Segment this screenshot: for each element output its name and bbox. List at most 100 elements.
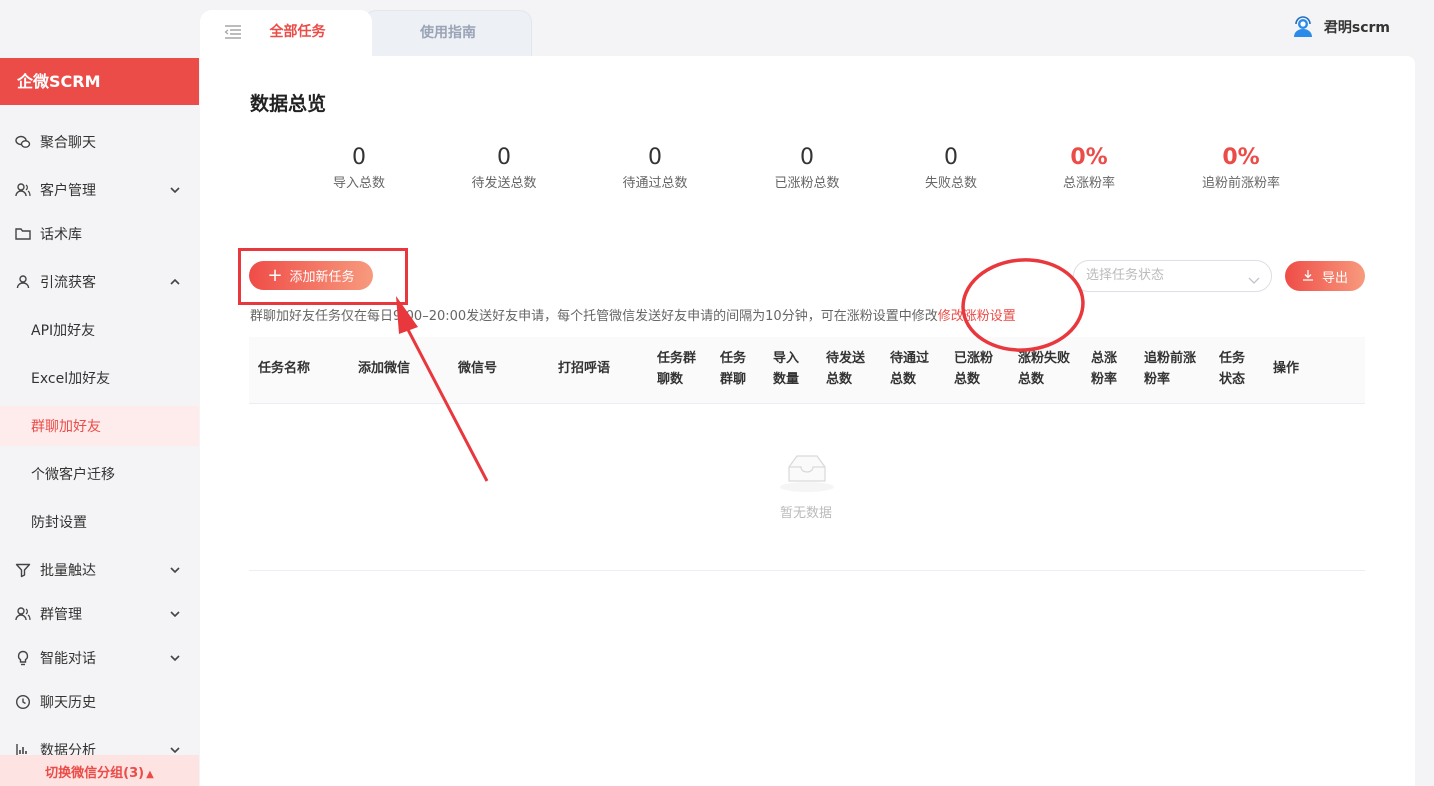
notice-text: 群聊加好友任务仅在每日9:00–20:00发送好友申请，每个托管微信发送好友申请… [250, 305, 1016, 324]
tab-user-guide[interactable]: 使用指南 [364, 10, 532, 56]
sidebar-item-chat-history[interactable]: 聊天历史 [0, 682, 199, 722]
stat-label: 待发送总数 [471, 176, 537, 191]
user-menu[interactable]: 君明scrm [1292, 16, 1390, 38]
column-header[interactable]: 导入 数量 [773, 348, 799, 390]
sidebar-item-label: 个微客户迁移 [31, 467, 115, 483]
clock-icon [15, 694, 31, 710]
stat-pending-approve-total: 0 待通过总数 [585, 145, 725, 191]
chevron-down-icon [1247, 269, 1261, 284]
stat-label: 失败总数 [924, 176, 977, 191]
tab-label: 使用指南 [420, 25, 476, 41]
sidebar-item-api-add-friend[interactable]: API加好友 [0, 310, 199, 350]
stat-label: 总涨粉率 [1062, 176, 1115, 191]
sidebar-item-personal-migration[interactable]: 个微客户迁移 [0, 454, 199, 494]
stat-value: 0 [800, 145, 814, 170]
column-header[interactable]: 打招呼语 [558, 358, 610, 379]
menu-collapse-icon[interactable] [224, 24, 242, 40]
stat-pre-follow-gain-rate: 0% 追粉前涨粉率 [1171, 145, 1311, 191]
sidebar-item-script-library[interactable]: 话术库 [0, 214, 199, 254]
table-bottom-divider [249, 570, 1365, 571]
bulb-icon [15, 650, 31, 666]
column-header[interactable]: 总涨 粉率 [1091, 348, 1117, 390]
download-icon [1302, 269, 1314, 284]
sidebar-item-label: 群管理 [40, 607, 82, 623]
chevron-down-icon [168, 563, 182, 577]
sidebar-item-label: 防封设置 [31, 515, 87, 531]
switch-wechat-group-button[interactable]: 切换微信分组(3) ▲ [0, 755, 199, 786]
wechat-icon [15, 134, 31, 150]
stat-total-gain-rate: 0% 总涨粉率 [1019, 145, 1159, 191]
sidebar-item-label: 聊天历史 [40, 695, 96, 711]
sidebar-item-label: 话术库 [40, 227, 82, 243]
chevron-down-icon [168, 183, 182, 197]
column-header[interactable]: 操作 [1273, 358, 1299, 379]
modify-gain-settings-link[interactable]: 修改涨粉设置 [938, 309, 1016, 324]
sidebar-item-label: 聚合聊天 [40, 135, 96, 151]
sidebar-item-aggregate-chat[interactable]: 聚合聊天 [0, 122, 199, 162]
column-header[interactable]: 微信号 [458, 358, 497, 379]
empty-state-text: 暂无数据 [780, 506, 833, 521]
stat-value: 0% [1222, 145, 1260, 170]
folder-icon [15, 226, 31, 242]
sidebar-item-anti-ban-settings[interactable]: 防封设置 [0, 502, 199, 542]
export-label: 导出 [1321, 270, 1348, 286]
empty-inbox-icon [776, 451, 838, 493]
sidebar-item-label: API加好友 [31, 323, 96, 339]
sidebar-item-lead-generation[interactable]: 引流获客 [0, 262, 199, 302]
chevron-down-icon [168, 607, 182, 621]
column-header[interactable]: 已涨粉 总数 [954, 348, 993, 390]
stat-import-total: 0 导入总数 [289, 145, 429, 191]
stat-label: 已涨粉总数 [774, 176, 840, 191]
chevron-up-icon [168, 275, 182, 289]
sidebar-item-group-management[interactable]: 群管理 [0, 594, 199, 634]
stat-label: 待通过总数 [622, 176, 688, 191]
stat-label: 追粉前涨粉率 [1201, 176, 1280, 191]
sidebar-item-label: 客户管理 [40, 183, 96, 199]
column-header[interactable]: 待通过 总数 [890, 348, 929, 390]
caret-up-icon: ▲ [146, 769, 154, 780]
column-header[interactable]: 任务群 聊数 [657, 348, 696, 390]
sidebar-item-label: 智能对话 [40, 651, 96, 667]
annotation-highlight-box [238, 248, 408, 305]
tab-label: 全部任务 [269, 24, 326, 40]
sidebar: 企微SCRM 聚合聊天 客户管理 话术库 引流获客 API加好友 Excel加好… [0, 0, 199, 786]
user-name: 君明scrm [1323, 20, 1390, 36]
filter-icon [15, 562, 31, 578]
customer-icon [15, 182, 31, 198]
sidebar-item-excel-add-friend[interactable]: Excel加好友 [0, 358, 199, 398]
stat-value: 0 [497, 145, 511, 170]
sidebar-item-label: 引流获客 [40, 275, 96, 291]
notice-body: 群聊加好友任务仅在每日9:00–20:00发送好友申请，每个托管微信发送好友申请… [250, 309, 938, 324]
sidebar-item-label: 群聊加好友 [31, 419, 101, 435]
column-header[interactable]: 任务名称 [258, 358, 310, 379]
chevron-down-icon [168, 651, 182, 665]
table-header [249, 337, 1365, 404]
user-avatar-icon [1292, 16, 1314, 38]
export-button[interactable]: 导出 [1285, 261, 1365, 291]
sidebar-item-group-add-friend[interactable]: 群聊加好友 [0, 406, 199, 446]
column-header[interactable]: 涨粉失败 总数 [1018, 348, 1070, 390]
stat-value: 0 [352, 145, 366, 170]
sidebar-item-label: 批量触达 [40, 563, 96, 579]
column-header[interactable]: 任务 状态 [1219, 348, 1245, 390]
column-header[interactable]: 任务 群聊 [720, 348, 746, 390]
stat-value: 0 [944, 145, 958, 170]
sidebar-item-smart-dialog[interactable]: 智能对话 [0, 638, 199, 678]
stat-value: 0% [1070, 145, 1108, 170]
sidebar-item-bulk-reach[interactable]: 批量触达 [0, 550, 199, 590]
stat-value: 0 [648, 145, 662, 170]
task-status-placeholder: 选择任务状态 [1086, 268, 1165, 283]
page-title: 数据总览 [250, 93, 327, 115]
column-header[interactable]: 添加微信 [358, 358, 410, 379]
stat-label: 导入总数 [332, 176, 385, 191]
column-header[interactable]: 待发送 总数 [826, 348, 865, 390]
stat-failed-total: 0 失败总数 [881, 145, 1021, 191]
sidebar-item-customer-management[interactable]: 客户管理 [0, 170, 199, 210]
stat-gained-total: 0 已涨粉总数 [737, 145, 877, 191]
brand-logo: 企微SCRM [0, 58, 199, 105]
stat-pending-send-total: 0 待发送总数 [434, 145, 574, 191]
user-icon [15, 274, 31, 290]
group-icon [15, 606, 31, 622]
task-status-select[interactable]: 选择任务状态 [1073, 260, 1272, 292]
column-header[interactable]: 追粉前涨 粉率 [1144, 348, 1196, 390]
